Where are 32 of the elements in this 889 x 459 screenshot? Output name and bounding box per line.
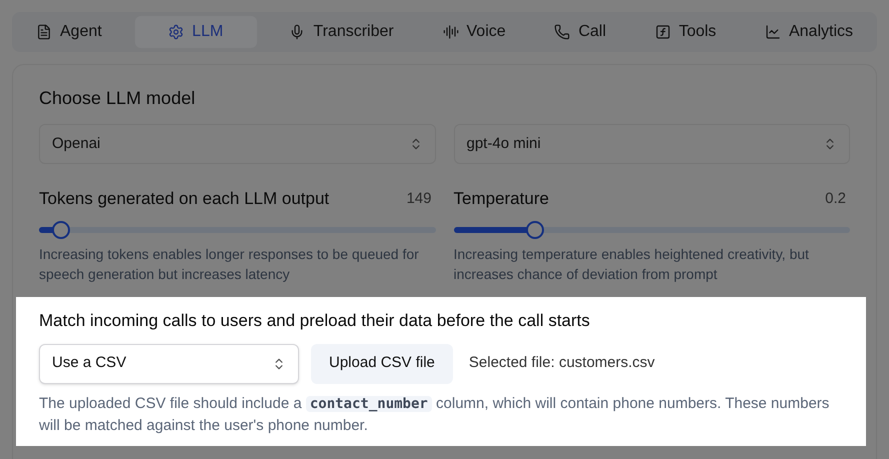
- provider-select[interactable]: Openai: [39, 124, 436, 164]
- sound-wave-icon: [442, 24, 459, 40]
- tab[interactable]: Transcriber: [273, 16, 410, 48]
- slider-value: 0.2: [825, 188, 846, 208]
- slider[interactable]: [39, 220, 436, 238]
- slider-thumb[interactable]: [526, 220, 544, 238]
- microphone-icon: [289, 24, 306, 40]
- function-icon: [654, 24, 671, 40]
- note-text: The uploaded CSV file should include a contact_number column, which will contain phone numbers. These numbers will be matched against the user's phone number.: [39, 394, 830, 436]
- gear-icon: [168, 24, 184, 40]
- slider-help-text: Increasing tokens enables longer responses to be queued for speech generation but increases latency: [39, 244, 420, 284]
- slider-label: Temperature: [454, 188, 549, 210]
- tab[interactable]: Analytics: [748, 16, 869, 48]
- phone-icon: [554, 24, 570, 40]
- section-title: Choose LLM model: [39, 87, 196, 110]
- slider-thumb[interactable]: [52, 220, 70, 238]
- tab[interactable]: Call: [538, 16, 622, 48]
- tab[interactable]: LLM: [134, 16, 257, 48]
- slider[interactable]: [454, 220, 850, 238]
- slider-label: Tokens generated on each LLM output: [39, 188, 330, 210]
- data-source-select[interactable]: Use a CSV: [39, 344, 299, 384]
- tab[interactable]: Voice: [426, 16, 522, 48]
- selected-file-text: Selected file: customers.csv: [468, 353, 655, 374]
- model-select[interactable]: gpt-4o mini: [454, 124, 850, 164]
- section-title: Match incoming calls to users and preload their data before the call starts: [39, 310, 591, 332]
- slider-help-text: Increasing temperature enables heightened creativity, but increases chance of deviation from prompt: [454, 244, 810, 284]
- line-chart-icon: [764, 24, 781, 40]
- tab[interactable]: Tools: [638, 16, 732, 48]
- upload-button[interactable]: Upload CSV file: [311, 344, 453, 384]
- document-icon: [36, 24, 52, 40]
- tab[interactable]: Agent: [20, 16, 118, 48]
- slider-value: 149: [406, 188, 432, 208]
